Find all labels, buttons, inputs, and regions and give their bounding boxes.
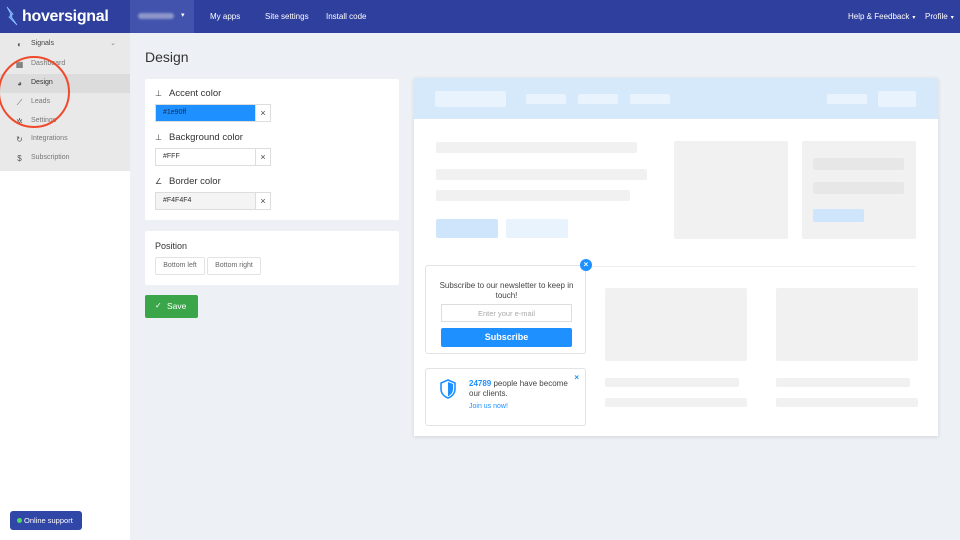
client-count: 24789 [469,379,492,388]
colors-card: ⊥ Accent color #1e90ff × ⊥ Background colo… [145,79,399,220]
preview-button-placeholder [436,219,498,238]
nav-link-install-code[interactable]: Install code [326,12,366,21]
accent-color-label: ⊥ Accent color [155,88,221,99]
clear-accent-color-button[interactable]: × [255,105,270,121]
preview-text-placeholder [605,378,739,387]
brand-name: hoversignal [22,8,109,25]
online-support-label: Online support [24,516,73,525]
preview-text-placeholder [813,182,904,194]
chevron-down-icon: ▾ [181,12,185,19]
preview-text-placeholder [605,398,747,407]
sidebar: ◐ Signals ⌄ ▦ Dashboard ◕ Design ⟋ Leads… [0,33,130,540]
position-card: Position Bottom left Bottom right [145,231,399,285]
clear-border-color-button[interactable]: × [255,193,270,209]
save-button[interactable]: ✓ Save [145,295,198,318]
join-us-link[interactable]: Join us now! [469,403,508,410]
logo[interactable]: hoversignal [0,0,130,33]
chevron-down-icon: ⌄ [110,40,116,47]
chevron-down-icon: ▾ [950,15,954,21]
preview-image-placeholder [605,288,747,361]
page-title: Design [145,49,189,65]
subscribe-widget-text: Subscribe to our newsletter to keep in t… [439,281,574,300]
sidebar-item-subscription[interactable]: $ Subscription [0,149,130,168]
check-icon: ✓ [155,301,162,310]
lightning-logo-icon [6,6,18,26]
preview-logo-placeholder [435,91,506,107]
background-color-label: ⊥ Background color [155,132,243,143]
online-status-dot [17,518,22,523]
preview-nav-placeholder [827,94,867,104]
close-icon[interactable]: × [580,259,592,271]
profile-label: Profile [925,12,948,21]
border-color-value[interactable]: #F4F4F4 [156,193,256,209]
accent-color-label-text: Accent color [169,88,222,99]
preview-text-placeholder [436,169,647,180]
preview-nav-placeholder [526,94,566,104]
sync-icon: ↻ [16,135,23,144]
preview-text-placeholder [813,158,904,170]
background-color-value[interactable]: #FFF [156,149,256,165]
subscribe-button[interactable]: Subscribe [441,328,572,347]
top-navbar: hoversignal ▾ My apps Site settings Inst… [0,0,960,33]
save-label: Save [167,301,187,311]
nav-link-site-settings[interactable]: Site settings [265,12,309,21]
bottom-right-button[interactable]: Bottom right [207,257,261,275]
border-color-label: ∠ Border color [155,176,221,187]
sidebar-item-signals[interactable]: ◐ Signals ⌄ [0,35,130,54]
preview-button-placeholder [878,91,916,107]
online-support-button[interactable]: Online support [10,511,82,530]
preview-card-placeholder [802,141,916,239]
sidebar-item-label: Signals [31,40,54,47]
highlight-circle-annotation [0,56,70,128]
dollar-icon: $ [17,154,22,163]
help-feedback-label: Help & Feedback [848,12,910,21]
chevron-down-icon: ▾ [912,15,916,21]
fill-icon: ⊥ [155,89,162,98]
clear-background-color-button[interactable]: × [255,149,270,165]
signals-icon: ◐ [17,40,22,49]
preview-text-placeholder [436,142,637,153]
social-proof-widget-preview: × 24789 people have become our clients. … [425,368,586,426]
subscribe-widget-preview: × Subscribe to our newsletter to keep in… [425,259,592,354]
preview-button-placeholder [506,219,568,238]
site-selector-dropdown[interactable]: ▾ [130,0,194,33]
background-color-input[interactable]: #FFF × [155,148,271,166]
background-color-label-text: Background color [169,132,243,143]
preview-image-placeholder [776,288,918,361]
accent-color-value[interactable]: #1e90ff [156,105,256,121]
sidebar-item-label: Subscription [31,154,70,161]
border-color-label-text: Border color [169,176,221,187]
email-field[interactable]: Enter your e-mail [441,304,572,322]
position-label: Position [155,241,188,251]
pen-icon: ∠ [155,177,163,186]
accent-color-input[interactable]: #1e90ff × [155,104,271,122]
sidebar-item-label: Integrations [31,135,68,142]
preview-text-placeholder [776,398,918,407]
bottom-left-button[interactable]: Bottom left [155,257,205,275]
fill-icon: ⊥ [155,133,162,142]
help-feedback-dropdown[interactable]: Help & Feedback ▾ [848,12,915,21]
shield-icon [440,379,456,399]
preview-text-placeholder [776,378,910,387]
border-color-input[interactable]: #F4F4F4 × [155,192,271,210]
site-selector-value-blurred [138,13,174,19]
preview-nav-placeholder [630,94,670,104]
preview-header [414,78,938,119]
sidebar-item-integrations[interactable]: ↻ Integrations [0,130,130,149]
preview-image-placeholder [674,141,788,239]
nav-link-my-apps[interactable]: My apps [210,12,240,21]
preview-text-placeholder [436,190,630,201]
preview-button-placeholder [813,209,864,222]
social-proof-text: 24789 people have become our clients. [469,379,577,399]
profile-dropdown[interactable]: Profile ▾ [925,12,954,21]
preview-nav-placeholder [578,94,618,104]
